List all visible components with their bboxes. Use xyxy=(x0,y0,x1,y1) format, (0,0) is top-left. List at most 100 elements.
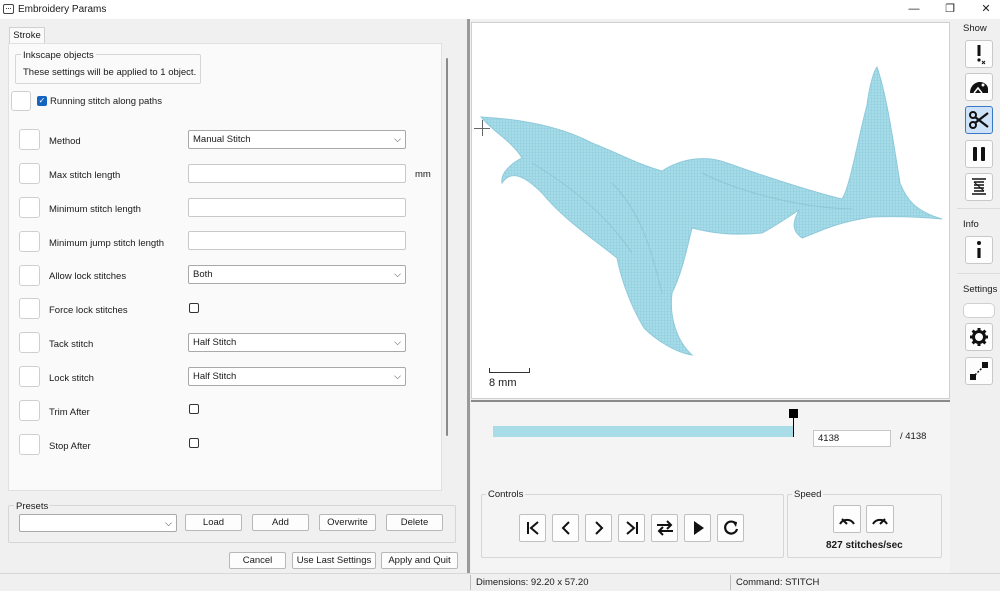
settings-toggle[interactable] xyxy=(963,303,995,318)
min-jump-stitch-length-input[interactable] xyxy=(188,231,406,250)
spool-icon xyxy=(972,178,986,195)
min-stitch-length-label: Minimum stitch length xyxy=(49,204,141,215)
chevron-down-icon: ⌵ xyxy=(394,269,401,279)
chevron-left-icon xyxy=(561,521,570,535)
show-jumps-button[interactable] xyxy=(965,73,993,101)
trim-after-checkbox[interactable] xyxy=(189,404,199,414)
window-title: Embroidery Params xyxy=(18,4,107,15)
stitch-slider-handle[interactable] xyxy=(789,409,798,418)
chevron-down-icon: ⌵ xyxy=(394,337,401,347)
inkscape-objects-title: Inkscape objects xyxy=(21,50,96,61)
slower-button[interactable] xyxy=(833,505,861,533)
add-button[interactable]: Add xyxy=(252,514,309,531)
max-stitch-length-toggle[interactable] xyxy=(19,163,40,184)
max-stitch-length-unit: mm xyxy=(415,169,431,180)
stop-after-checkbox[interactable] xyxy=(189,438,199,448)
status-separator xyxy=(470,575,471,590)
toolbar-separator xyxy=(957,208,1000,209)
frog-icon xyxy=(970,82,988,94)
shark-design-preview xyxy=(479,65,943,356)
tab-stroke[interactable]: Stroke xyxy=(9,27,45,44)
previous-stitch-button[interactable] xyxy=(552,514,579,542)
splitter[interactable] xyxy=(467,19,470,573)
faster-button[interactable] xyxy=(866,505,894,533)
settings-label: Settings xyxy=(963,284,998,295)
next-stitch-button[interactable] xyxy=(585,514,612,542)
slow-gauge-icon xyxy=(839,518,855,525)
info-button[interactable] xyxy=(965,236,993,264)
overwrite-button[interactable]: Overwrite xyxy=(319,514,376,531)
min-stitch-length-toggle[interactable] xyxy=(19,197,40,218)
scale-label: 8 mm xyxy=(489,377,517,389)
force-lock-stitches-toggle[interactable] xyxy=(19,298,40,319)
min-jump-stitch-length-toggle[interactable] xyxy=(19,231,40,252)
chevron-down-icon: ⌵ xyxy=(394,371,401,381)
tack-stitch-label: Tack stitch xyxy=(49,339,94,350)
restore-button[interactable]: ❐ xyxy=(932,0,968,19)
preview-canvas[interactable] xyxy=(471,22,950,399)
cancel-button[interactable]: Cancel xyxy=(229,552,286,569)
running-stitch-checkbox[interactable]: ✓ xyxy=(37,96,47,106)
params-scrollbar-thumb[interactable] xyxy=(446,58,448,436)
method-toggle[interactable] xyxy=(19,129,40,150)
min-stitch-length-input[interactable] xyxy=(188,198,406,217)
tack-stitch-select[interactable]: Half Stitch ⌵ xyxy=(188,333,406,352)
running-stitch-label: Running stitch along paths xyxy=(50,96,162,107)
method-select[interactable]: Manual Stitch ⌵ xyxy=(188,130,406,149)
tack-stitch-value: Half Stitch xyxy=(193,337,237,348)
stitch-slider-track[interactable] xyxy=(493,426,794,437)
inkscape-objects-text: These settings will be applied to 1 obje… xyxy=(23,67,197,78)
shark-body xyxy=(479,65,943,356)
show-errors-button[interactable] xyxy=(965,40,993,68)
settings-button[interactable] xyxy=(965,323,993,351)
max-stitch-length-label: Max stitch length xyxy=(49,170,121,181)
load-button[interactable]: Load xyxy=(185,514,242,531)
force-lock-stitches-label: Force lock stitches xyxy=(49,305,128,316)
method-value: Manual Stitch xyxy=(193,134,251,145)
stitch-total: / 4138 xyxy=(900,431,927,442)
controls-title: Controls xyxy=(486,489,526,500)
scissors-icon xyxy=(969,111,989,129)
allow-lock-stitches-select[interactable]: Both ⌵ xyxy=(188,265,406,284)
status-separator xyxy=(730,575,731,590)
minimize-button[interactable]: — xyxy=(896,0,932,19)
play-icon xyxy=(693,521,704,535)
speed-title: Speed xyxy=(792,489,824,500)
last-stitch-button[interactable] xyxy=(618,514,645,542)
detach-button[interactable] xyxy=(965,357,993,385)
direction-button[interactable] xyxy=(651,514,678,542)
delete-button[interactable]: Delete xyxy=(386,514,443,531)
show-color-changes-button[interactable] xyxy=(965,173,993,201)
lock-stitch-label: Lock stitch xyxy=(49,373,94,384)
scale-bar xyxy=(489,368,530,373)
stitch-number-input[interactable]: 4138 xyxy=(813,430,891,447)
status-dimensions: Dimensions: 92.20 x 57.20 xyxy=(476,577,589,588)
method-label: Method xyxy=(49,136,81,147)
status-command: Command: STITCH xyxy=(736,577,820,588)
allow-lock-stitches-value: Both xyxy=(193,269,213,280)
max-stitch-length-input[interactable] xyxy=(188,164,406,183)
trim-after-label: Trim After xyxy=(49,407,90,418)
presets-select[interactable]: ⌵ xyxy=(19,514,177,532)
apply-and-quit-button[interactable]: Apply and Quit xyxy=(381,552,458,569)
allow-lock-stitches-label: Allow lock stitches xyxy=(49,271,127,282)
running-stitch-toggle-box[interactable] xyxy=(11,91,31,111)
tack-stitch-toggle[interactable] xyxy=(19,332,40,353)
refresh-icon xyxy=(723,520,738,535)
swap-arrows-icon xyxy=(656,520,673,536)
allow-lock-stitches-toggle[interactable] xyxy=(19,265,40,286)
first-stitch-button[interactable] xyxy=(519,514,546,542)
show-stops-button[interactable] xyxy=(965,140,993,168)
trim-after-toggle[interactable] xyxy=(19,400,40,421)
info-icon xyxy=(977,241,981,258)
close-button[interactable]: ✕ xyxy=(968,0,1000,19)
play-button[interactable] xyxy=(684,514,711,542)
restart-button[interactable] xyxy=(717,514,744,542)
stop-after-toggle[interactable] xyxy=(19,434,40,455)
show-trims-button[interactable] xyxy=(965,106,993,134)
force-lock-stitches-checkbox[interactable] xyxy=(189,303,199,313)
crosshair-icon xyxy=(482,120,483,136)
lock-stitch-select[interactable]: Half Stitch ⌵ xyxy=(188,367,406,386)
use-last-settings-button[interactable]: Use Last Settings xyxy=(292,552,376,569)
lock-stitch-toggle[interactable] xyxy=(19,366,40,387)
